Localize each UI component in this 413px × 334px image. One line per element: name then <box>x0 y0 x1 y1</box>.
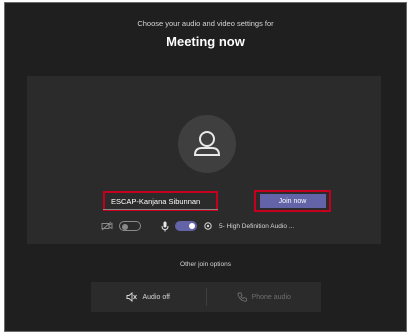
phone-icon <box>237 292 247 302</box>
join-button-highlight: Join now <box>254 190 331 212</box>
gear-icon[interactable] <box>203 221 213 231</box>
prejoin-window: Choose your audio and video settings for… <box>4 2 407 332</box>
device-controls: 5- High Definition Audio ... <box>101 219 294 233</box>
settings-subtitle: Choose your audio and video settings for <box>137 19 274 28</box>
microphone-toggle[interactable] <box>175 221 197 231</box>
join-now-button[interactable]: Join now <box>259 194 326 208</box>
video-toggle[interactable] <box>119 221 141 231</box>
phone-audio-option[interactable]: Phone audio <box>207 292 322 302</box>
other-join-options-heading: Other join options <box>180 261 231 268</box>
other-join-options-bar: Audio off Phone audio <box>91 282 321 312</box>
camera-off-icon <box>101 221 113 231</box>
meeting-title: Meeting now <box>166 34 245 49</box>
person-icon <box>193 131 221 156</box>
name-input[interactable]: ESCAP-Kanjana Sibunnan <box>103 191 218 211</box>
phone-audio-label: Phone audio <box>251 293 291 301</box>
avatar <box>178 115 236 173</box>
audio-off-option[interactable]: Audio off <box>91 292 206 302</box>
video-preview: ESCAP-Kanjana Sibunnan Join now 5- High … <box>27 76 381 244</box>
name-input-underline <box>103 209 218 210</box>
microphone-icon <box>161 221 169 232</box>
audio-off-label: Audio off <box>142 293 170 301</box>
audio-device-label[interactable]: 5- High Definition Audio ... <box>219 223 294 230</box>
speaker-off-icon <box>126 292 138 302</box>
